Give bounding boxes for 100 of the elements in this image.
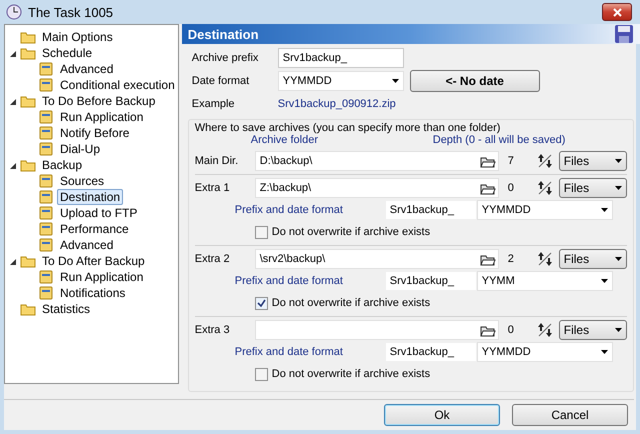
dropdown-arrow-icon <box>600 279 608 283</box>
prefix-field[interactable]: Srv1backup_ <box>384 342 477 362</box>
dropdown-arrow-icon <box>600 350 608 354</box>
clock-icon <box>6 4 22 20</box>
field-label: Date format <box>192 75 250 87</box>
page-icon <box>38 126 54 140</box>
tree-item[interactable]: Notify Before <box>57 125 132 141</box>
prefix-label: Prefix and date format <box>234 204 344 216</box>
prefix-label: Prefix and date format <box>234 275 344 287</box>
page-icon <box>38 238 54 252</box>
spin-arrows-icon[interactable] <box>536 153 553 169</box>
folder-field[interactable]: D:\backup\ <box>254 151 499 171</box>
unit-dropdown[interactable]: Files <box>558 320 627 340</box>
prefix-field[interactable]: Srv1backup_ <box>384 271 477 291</box>
prefix-label: Prefix and date format <box>234 346 344 358</box>
folder-field[interactable]: Z:\backup\ <box>254 178 499 198</box>
dropdown-arrow-icon <box>614 257 622 261</box>
folder-icon <box>20 158 36 172</box>
page-icon <box>38 270 54 284</box>
page-icon <box>38 62 54 76</box>
folder-field[interactable] <box>254 320 499 340</box>
tree-item[interactable]: Sources <box>57 173 108 189</box>
page-icon <box>38 206 54 220</box>
dialog-button[interactable]: Ok <box>384 404 500 426</box>
date-format-dropdown[interactable]: YYMMDD <box>476 342 613 362</box>
dropdown-arrow-icon <box>600 208 608 212</box>
folder-icon <box>20 30 36 44</box>
depth-field[interactable]: 7 <box>504 155 531 167</box>
tree-item[interactable]: Backup <box>39 157 86 173</box>
date-format-dropdown[interactable]: YYMMDD <box>476 200 613 220</box>
tree-item[interactable]: Advanced <box>57 237 116 253</box>
spin-arrows-icon[interactable] <box>536 322 553 338</box>
tree-item[interactable]: Run Application <box>57 269 146 285</box>
tree-item[interactable]: Destination <box>57 189 124 205</box>
depth-field[interactable]: 0 <box>504 324 531 336</box>
checkbox-label: Do not overwrite if archive exists <box>272 226 430 238</box>
page-icon <box>38 190 54 204</box>
folder-label: Extra 3 <box>194 324 231 336</box>
page-icon <box>38 110 54 124</box>
dropdown-arrow-icon <box>614 159 622 163</box>
close-button[interactable] <box>602 3 632 21</box>
checkbox[interactable] <box>254 296 268 310</box>
collapse-arrow-icon[interactable] <box>9 162 17 170</box>
date-format-dropdown[interactable]: YYMMDD <box>278 71 404 91</box>
checkbox[interactable] <box>254 368 268 380</box>
column-header: Depth (0 - all will be saved) <box>432 134 566 148</box>
archive-prefix-field[interactable]: Srv1backup_ <box>278 48 404 68</box>
window-title: The Task 1005 <box>28 4 114 20</box>
collapse-arrow-icon[interactable] <box>9 98 17 106</box>
date-format-dropdown[interactable]: YYMM <box>476 271 613 291</box>
tree-item[interactable]: Statistics <box>39 301 94 317</box>
page-icon <box>38 174 54 188</box>
page-icon <box>38 78 54 92</box>
tree-item[interactable]: Notifications <box>57 285 128 301</box>
tree-item[interactable]: Conditional execution <box>57 77 178 93</box>
depth-field[interactable]: 2 <box>504 253 531 265</box>
folder-icon <box>20 302 36 316</box>
field-label: Archive prefix <box>192 52 260 64</box>
page-icon <box>38 286 54 300</box>
checkbox-label: Do not overwrite if archive exists <box>272 368 430 380</box>
folder-icon <box>20 46 36 60</box>
tree-item[interactable]: Schedule <box>39 45 96 61</box>
dialog-button[interactable]: Cancel <box>512 404 628 426</box>
unit-dropdown[interactable]: Files <box>558 249 627 269</box>
tree-item[interactable]: Run Application <box>57 109 146 125</box>
checkbox[interactable] <box>254 226 268 238</box>
tree-item[interactable]: To Do After Backup <box>39 253 148 269</box>
example-filename: Srv1backup_090912.zip <box>278 98 396 110</box>
dropdown-arrow-icon <box>392 79 399 83</box>
tree-item[interactable]: Performance <box>57 221 132 237</box>
folder-icon <box>20 94 36 108</box>
no-date-button[interactable]: <- No date <box>410 70 540 92</box>
unit-dropdown[interactable]: Files <box>558 178 627 198</box>
folder-label: Main Dir. <box>194 155 240 167</box>
page-icon <box>38 142 54 156</box>
spin-arrows-icon[interactable] <box>536 180 553 196</box>
dropdown-arrow-icon <box>614 186 622 190</box>
tree-item[interactable]: Advanced <box>57 61 116 77</box>
folder-label: Extra 2 <box>194 253 231 265</box>
spin-arrows-icon[interactable] <box>536 251 553 267</box>
column-header: Archive folder <box>250 134 320 148</box>
prefix-field[interactable]: Srv1backup_ <box>384 200 477 220</box>
group-title: Where to save archives (you can specify more than one folder) <box>194 122 502 134</box>
unit-dropdown[interactable]: Files <box>558 151 627 171</box>
checkbox-label: Do not overwrite if archive exists <box>272 297 430 309</box>
field-label: Example <box>192 98 236 110</box>
folder-field[interactable]: \srv2\backup\ <box>254 249 499 269</box>
folder-icon <box>20 254 36 268</box>
page-icon <box>38 222 54 236</box>
tree-item[interactable]: Upload to FTP <box>57 205 140 221</box>
collapse-arrow-icon[interactable] <box>9 50 17 58</box>
panel-title: Destination <box>188 26 259 42</box>
tree-item[interactable]: Main Options <box>39 29 116 45</box>
collapse-arrow-icon[interactable] <box>9 258 17 266</box>
folder-label: Extra 1 <box>194 182 231 194</box>
depth-field[interactable]: 0 <box>504 182 531 194</box>
tree-item[interactable]: Dial-Up <box>57 141 104 157</box>
tree-item[interactable]: To Do Before Backup <box>39 93 158 109</box>
dropdown-arrow-icon <box>614 328 622 332</box>
close-icon <box>612 8 622 16</box>
